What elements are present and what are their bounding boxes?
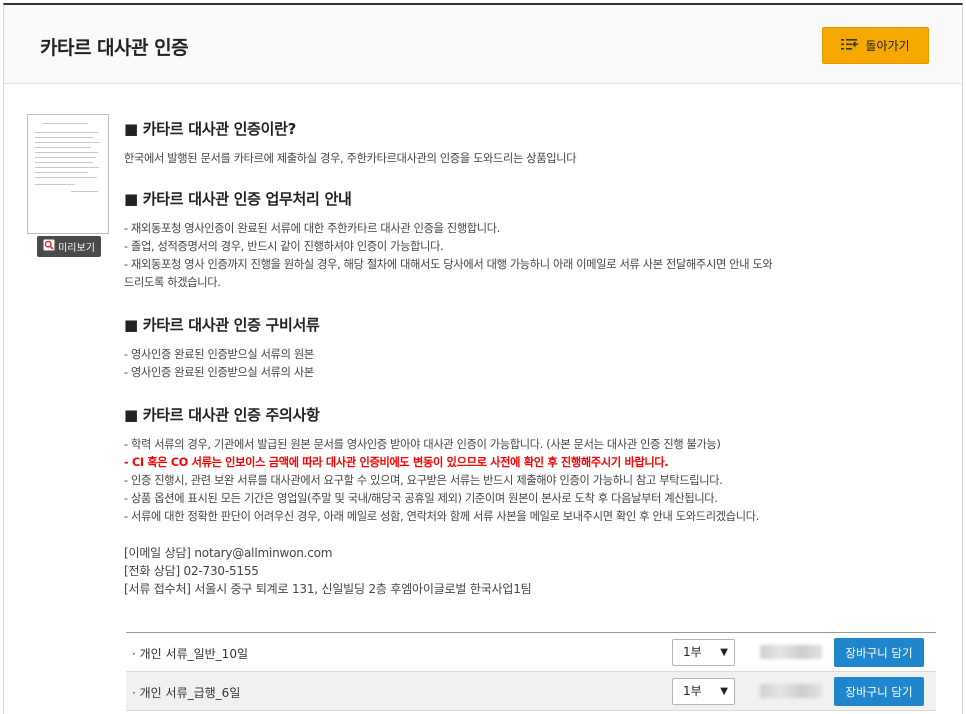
caution-line: - 서류에 대한 정확한 판단이 어려우신 경우, 아래 메일로 성함, 연락처… [124, 510, 759, 523]
back-button-label: 돌아가기 [865, 39, 910, 53]
caution-line: - 학력 서류의 경우, 기관에서 발급된 원본 문서를 영사인증 받아야 대사… [124, 438, 721, 451]
document-thumbnail[interactable] [27, 114, 109, 234]
quantity-value: 1부 [683, 684, 702, 698]
contact-phone: [전화 상담] 02-730-5155 [124, 564, 259, 578]
magnifier-icon [43, 239, 55, 254]
chevron-down-icon: ▼ [720, 647, 728, 658]
caution-line: - 상품 옵션에 표시된 모든 기간은 영업일(주말 및 국내/해당국 공휴일 … [124, 492, 718, 505]
preview-button[interactable]: 미리보기 [37, 236, 101, 257]
add-to-cart-button[interactable]: 장바구니 담기 [834, 677, 924, 706]
page-title: 카타르 대사관 인증 [40, 37, 189, 59]
quantity-value: 1부 [683, 645, 702, 659]
documents-line: - 영사인증 완료된 인증받으실 서류의 원본 [124, 348, 314, 361]
caution-line: - 인증 진행시, 관련 보완 서류를 대사관에서 요구할 수 있으며, 요구받… [124, 474, 723, 487]
price-blurred [760, 684, 822, 698]
process-line: 드리도록 하겠습니다. [124, 276, 221, 289]
section-title-documents: ■ 카타르 대사관 인증 구비서류 [124, 316, 320, 334]
contact-address: [서류 접수처] 서울시 중구 퇴계로 131, 신일빌딩 2층 후엠아이글로벌… [124, 582, 532, 596]
section-title-cautions: ■ 카타르 대사관 인증 주의사항 [124, 406, 320, 424]
process-line: - 재외동포청 영사 인증까지 진행을 원하실 경우, 해당 절차에 대해서도 … [124, 258, 773, 271]
product-description: ■ 카타르 대사관 인증이란? 한국에서 발행된 문서를 카타르에 제출하실 경… [124, 118, 944, 598]
product-name: · 개인 서류_일반_10일 [132, 647, 248, 661]
list-back-icon [841, 38, 859, 54]
preview-label: 미리보기 [58, 243, 95, 254]
chevron-down-icon: ▼ [720, 686, 728, 697]
product-options: · 개인 서류_일반_10일 1부 ▼ 장바구니 담기 · 개인 서류_급행_6… [126, 632, 936, 711]
intro-text: 한국에서 발행된 문서를 카타르에 제출하실 경우, 주한카타르대사관의 인증을… [124, 152, 577, 165]
quantity-select[interactable]: 1부 ▼ [672, 678, 735, 705]
section-title-intro: ■ 카타르 대사관 인증이란? [124, 120, 297, 138]
documents-line: - 영사인증 완료된 인증받으실 서류의 사본 [124, 366, 314, 379]
product-row: · 개인 서류_급행_6일 1부 ▼ 장바구니 담기 [126, 672, 936, 711]
quantity-select[interactable]: 1부 ▼ [672, 639, 735, 666]
product-row: · 개인 서류_일반_10일 1부 ▼ 장바구니 담기 [126, 633, 936, 672]
product-name: · 개인 서류_급행_6일 [132, 686, 241, 700]
caution-warning-line: - CI 혹은 CO 서류는 인보이스 금액에 따라 대사관 인증비에도 변동이… [124, 456, 669, 469]
section-title-process: ■ 카타르 대사관 인증 업무처리 안내 [124, 190, 352, 208]
contact-email: [이메일 상담] notary@allminwon.com [124, 546, 333, 560]
page-header: 카타르 대사관 인증 돌아가기 [4, 5, 962, 84]
back-button[interactable]: 돌아가기 [822, 27, 929, 64]
price-blurred [760, 645, 822, 659]
process-line: - 재외동포청 영사인증이 완료된 서류에 대한 주한카타르 대사관 인증을 진… [124, 222, 501, 235]
add-to-cart-button[interactable]: 장바구니 담기 [834, 638, 924, 667]
process-line: - 졸업, 성적증명서의 경우, 반드시 같이 진행하셔야 인증이 가능합니다. [124, 240, 444, 253]
